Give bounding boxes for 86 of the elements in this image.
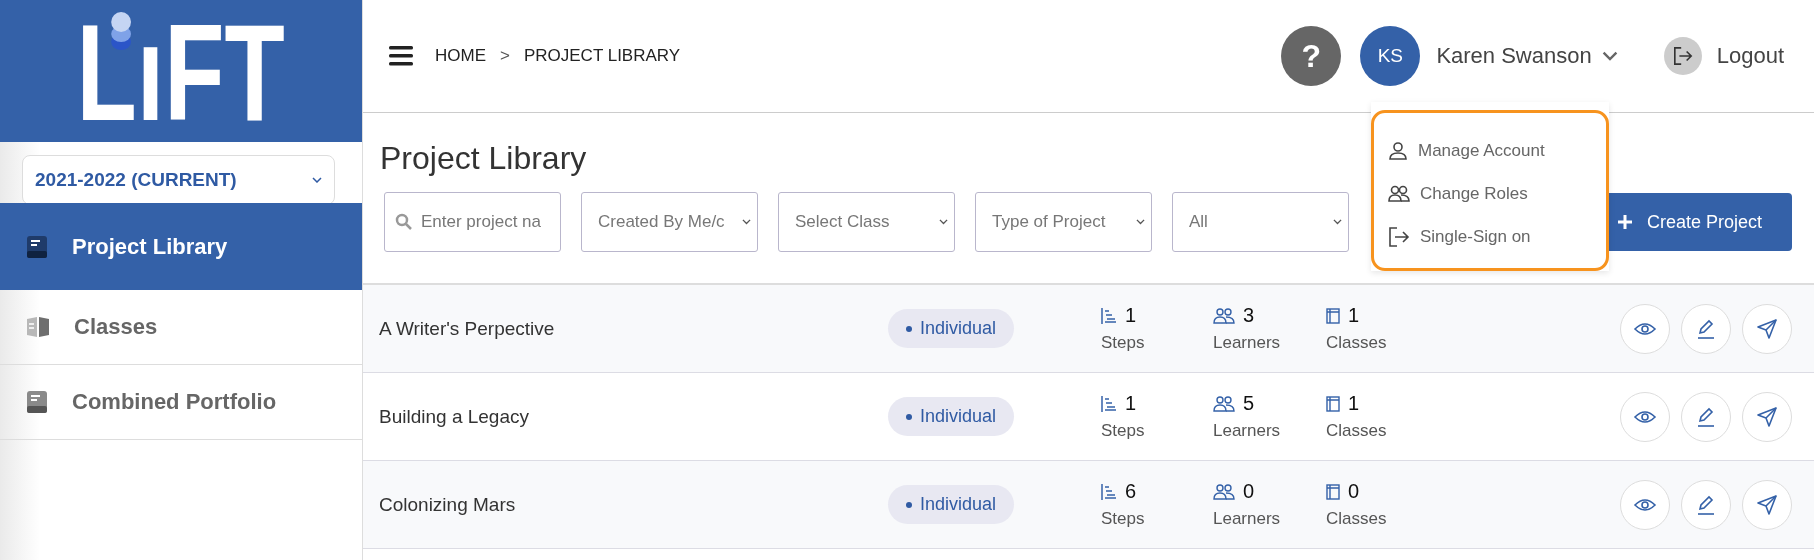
filter-select[interactable]: Type of Project (975, 192, 1152, 252)
plus-icon (1616, 214, 1633, 230)
edit-button[interactable] (1681, 303, 1731, 354)
chevron-down-icon (1136, 219, 1145, 225)
people-icon (1388, 184, 1410, 203)
sidebar-item[interactable]: Classes (0, 290, 362, 365)
menu-item[interactable]: Manage Account (1374, 129, 1606, 172)
learners-label: Learners (1213, 509, 1282, 529)
logo: LıFT (76, 4, 286, 141)
steps-label: Steps (1101, 333, 1146, 353)
eye-icon (1634, 321, 1656, 336)
search-icon (395, 213, 413, 231)
edit-button[interactable] (1681, 391, 1731, 442)
view-button[interactable] (1620, 479, 1670, 530)
steps-count: 1 (1125, 392, 1137, 415)
paper-plane-icon (1757, 494, 1777, 515)
eye-icon (1634, 409, 1656, 424)
filter-select[interactable]: Select Class (778, 192, 955, 252)
search-field[interactable]: Enter project na (384, 192, 561, 252)
book-icon (1326, 395, 1340, 412)
book-icon (1326, 483, 1340, 500)
chevron-down-icon (1333, 219, 1342, 225)
classes-count: 1 (1348, 304, 1360, 327)
pencil-icon (1696, 406, 1716, 427)
type-badge: Individual (888, 397, 1015, 436)
breadcrumb-link[interactable]: PROJECT LIBRARY (523, 46, 681, 66)
chevron-down-icon (1601, 51, 1618, 61)
pencil-icon (1696, 318, 1716, 339)
breadcrumb-separator: > (500, 46, 510, 66)
open-book-icon (26, 316, 50, 338)
sidebar-item[interactable]: Project Library (0, 203, 362, 290)
project-name[interactable]: A Writer's Perpective (379, 317, 888, 340)
learners-count: 5 (1243, 392, 1255, 415)
filter-select[interactable]: Created By Me/c (581, 192, 758, 252)
chevron-down-icon (742, 219, 751, 225)
chevron-down-icon (312, 177, 322, 183)
steps-label: Steps (1101, 421, 1146, 441)
type-badge: Individual (888, 309, 1015, 348)
view-button[interactable] (1620, 303, 1670, 354)
project-name[interactable]: Building a Legacy (379, 405, 888, 428)
people-icon (1213, 307, 1235, 324)
learners-label: Learners (1213, 421, 1282, 441)
view-button[interactable] (1620, 391, 1670, 442)
classes-label: Classes (1326, 421, 1388, 441)
steps-icon (1101, 483, 1117, 500)
steps-icon (1101, 307, 1117, 324)
steps-count: 1 (1125, 304, 1137, 327)
project-name[interactable]: Colonizing Mars (379, 493, 888, 516)
pencil-icon (1696, 494, 1716, 515)
classes-count: 1 (1348, 392, 1360, 415)
classes-count: 0 (1348, 480, 1360, 503)
steps-count: 6 (1125, 480, 1137, 503)
learners-count: 0 (1243, 480, 1255, 503)
eye-icon (1634, 497, 1656, 512)
send-button[interactable] (1742, 303, 1792, 354)
sidebar-item[interactable]: Combined Portfolio (0, 365, 362, 440)
type-badge: Individual (888, 485, 1015, 524)
send-button[interactable] (1742, 391, 1792, 442)
user-name[interactable]: Karen Swanson (1436, 43, 1592, 69)
book-icon (26, 234, 48, 259)
menu-icon[interactable] (389, 45, 413, 67)
help-button[interactable]: ? (1281, 26, 1342, 86)
breadcrumb-link[interactable]: HOME (435, 46, 486, 66)
learners-label: Learners (1213, 333, 1282, 353)
year-select[interactable]: 2021-2022 (CURRENT) (22, 155, 335, 205)
people-icon (1213, 483, 1235, 500)
send-button[interactable] (1742, 479, 1792, 530)
people-icon (1213, 395, 1235, 412)
paper-plane-icon (1757, 318, 1777, 339)
book-icon (26, 390, 48, 414)
page-title: Project Library (380, 139, 587, 178)
chevron-down-icon (939, 219, 948, 225)
classes-label: Classes (1326, 333, 1388, 353)
sign-out-icon (1388, 225, 1410, 248)
classes-label: Classes (1326, 509, 1388, 529)
logout-link[interactable]: Logout (1716, 43, 1784, 69)
steps-icon (1101, 395, 1117, 412)
person-icon (1388, 140, 1408, 161)
user-avatar[interactable]: KS (1360, 26, 1421, 86)
paper-plane-icon (1757, 406, 1777, 427)
logout-icon[interactable] (1663, 37, 1702, 75)
book-icon (1326, 307, 1340, 324)
filter-select[interactable]: All (1172, 192, 1349, 252)
learners-count: 3 (1243, 304, 1255, 327)
edit-button[interactable] (1681, 479, 1731, 530)
steps-label: Steps (1101, 509, 1146, 529)
